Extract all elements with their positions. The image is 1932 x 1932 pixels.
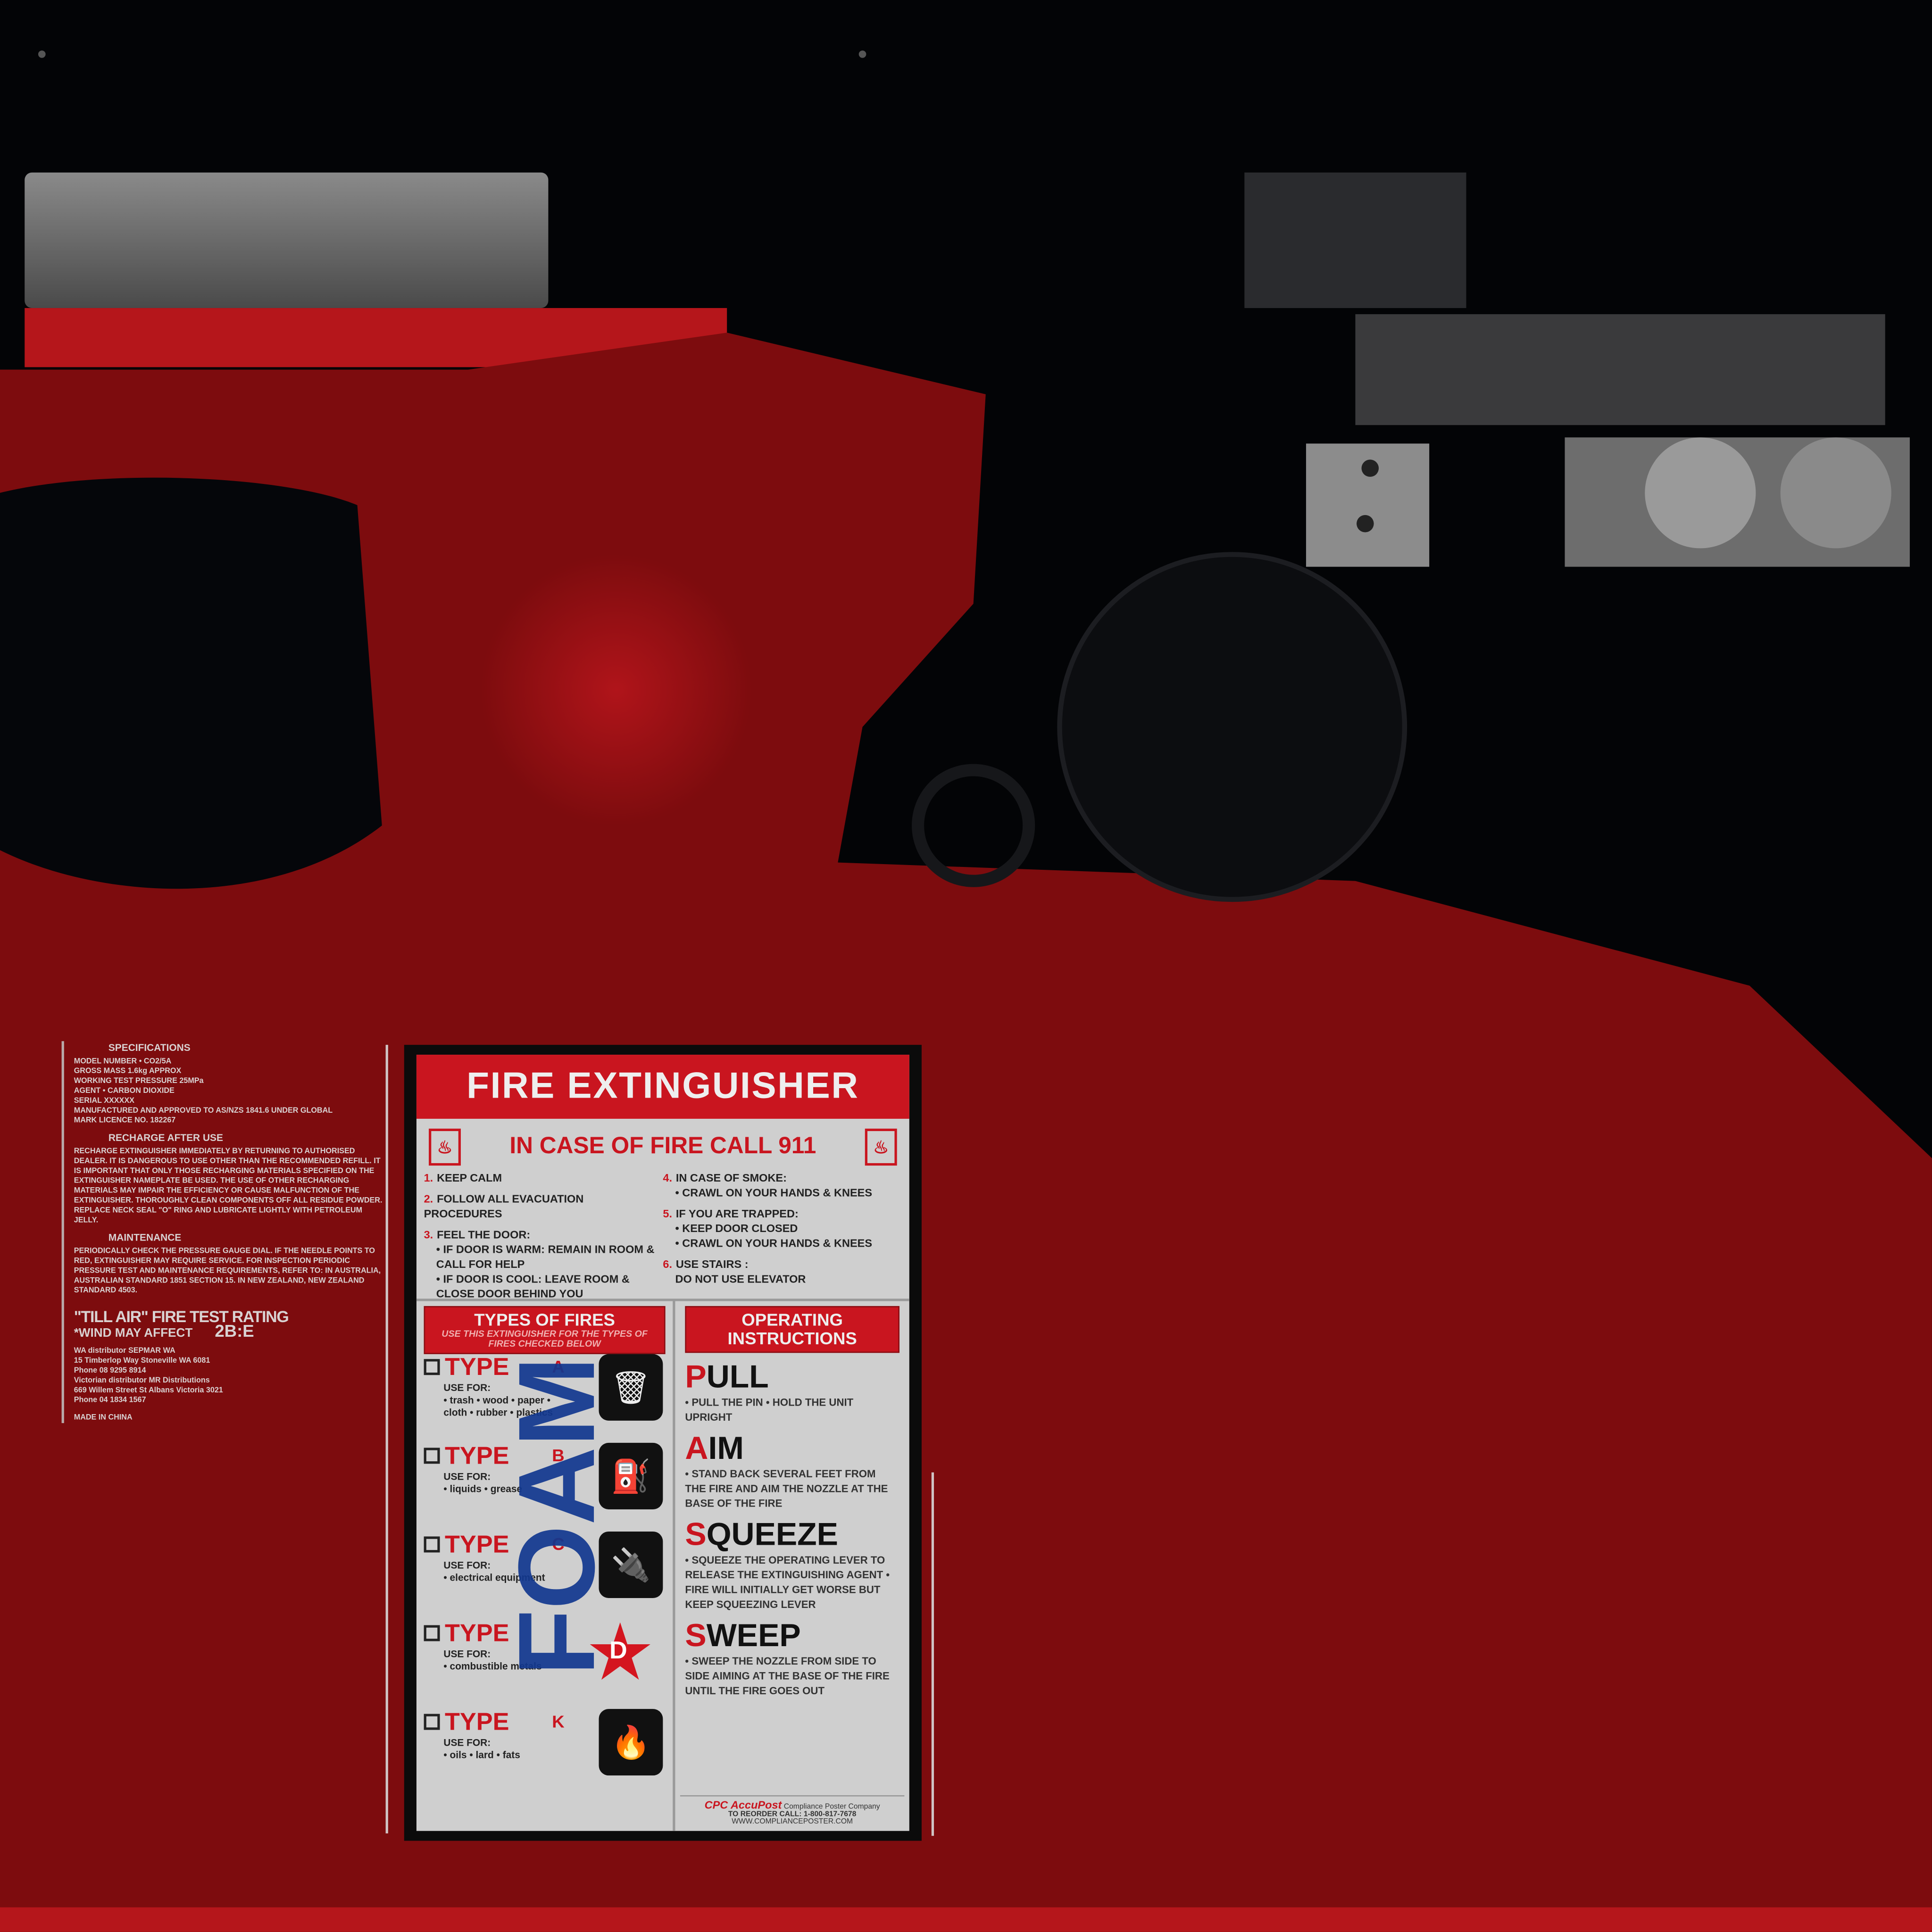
step-text: FEEL THE DOOR: xyxy=(437,1228,531,1241)
step-item: 6. USE STAIRS : DO NOT USE ELEVATOR xyxy=(663,1257,902,1286)
grey-ring-2 xyxy=(1780,437,1891,549)
step-subitem: • KEEP DOOR CLOSED xyxy=(675,1222,798,1235)
poster-title: FIRE EXTINGUISHER xyxy=(416,1055,909,1119)
bottom-red-strip xyxy=(0,1907,1932,1932)
texture-atlas: SPECIFICATIONS MODEL NUMBER • CO2/5A GRO… xyxy=(0,0,1932,1932)
ops-step-text: • PULL THE PIN • HOLD THE UNIT UPRIGHT xyxy=(685,1396,854,1424)
fire-type-item: TYPE K 🔥 USE FOR: • oils • lard • fats xyxy=(424,1709,666,1798)
dark-ring xyxy=(912,764,1035,887)
call-911-banner: ♨ IN CASE OF FIRE CALL 911 ♨ xyxy=(416,1128,909,1166)
grey-block-top-right xyxy=(1244,172,1466,308)
recharge-text: RECHARGE EXTINGUISHER IMMEDIATELY BY RET… xyxy=(74,1147,383,1225)
ops-step: AIM • STAND BACK SEVERAL FEET FROM THE FI… xyxy=(685,1432,899,1510)
foam-handwriting: FOAM xyxy=(495,1357,902,1676)
ops-first-letter: P xyxy=(685,1357,707,1395)
steps-left: 1. KEEP CALM 2. FOLLOW ALL EVACUATION PROCE… xyxy=(424,1171,663,1307)
red-highlight xyxy=(480,554,752,826)
fire-icon: ♨ xyxy=(429,1128,461,1166)
step-subitem: • CRAWL ON YOUR HANDS & KNEES xyxy=(675,1237,873,1249)
dark-oval-left xyxy=(0,477,382,889)
top-grey-label xyxy=(25,172,549,308)
rating-row: *WIND MAY AFFECT 2B:E xyxy=(74,1321,254,1341)
fire-extinguisher-poster: FIRE EXTINGUISHER ♨ IN CASE OF FIRE CALL… xyxy=(404,1045,922,1841)
dot xyxy=(38,50,46,58)
step-item: 3. FEEL THE DOOR: • IF DOOR IS WARM: REMAI… xyxy=(424,1227,663,1301)
step-text: USE STAIRS : xyxy=(675,1258,749,1271)
step-number: 5. xyxy=(663,1207,672,1220)
extinguisher-texture-shapes xyxy=(0,50,1932,1932)
step-item: 5. IF YOU ARE TRAPPED: • KEEP DOOR CLOSED •… xyxy=(663,1206,902,1250)
ops-step-text: • STAND BACK SEVERAL FEET FROM THE FIRE … xyxy=(685,1467,888,1509)
ops-rest: ULL xyxy=(706,1357,769,1395)
specifications-panel: SPECIFICATIONS MODEL NUMBER • CO2/5A GRO… xyxy=(61,1041,388,1424)
step-item: 1. KEEP CALM xyxy=(424,1171,663,1185)
recharge-heading: RECHARGE AFTER USE xyxy=(108,1132,223,1144)
grey-ring-1 xyxy=(1645,437,1756,549)
step-subitem: • IF DOOR IS COOL: LEAVE ROOM & CLOSE DO… xyxy=(436,1273,630,1300)
step-text: KEEP CALM xyxy=(437,1172,502,1184)
dark-disc xyxy=(1057,552,1407,902)
spec-lines: MODEL NUMBER • CO2/5A GROSS MASS 1.6kg A… xyxy=(74,1057,333,1125)
step-text: FOLLOW ALL EVACUATION PROCEDURES xyxy=(424,1192,584,1220)
step-item: 2. FOLLOW ALL EVACUATION PROCEDURES xyxy=(424,1191,663,1221)
emergency-steps: 1. KEEP CALM 2. FOLLOW ALL EVACUATION PROCE… xyxy=(416,1166,909,1312)
types-header: TYPES OF FIRES USE THIS EXTINGUISHER FOR … xyxy=(424,1306,666,1354)
step-subitem: • IF DOOR IS WARM: REMAIN IN ROOM & CALL… xyxy=(436,1243,655,1271)
step-number: 6. xyxy=(663,1258,672,1271)
fire-icon: ♨ xyxy=(865,1128,897,1166)
step-subitem: • CRAWL ON YOUR HANDS & KNEES xyxy=(675,1186,873,1199)
step-number: 2. xyxy=(424,1192,433,1205)
divider-line xyxy=(931,1472,934,1836)
gauge-dot-2 xyxy=(1357,515,1374,533)
step-subitem: DO NOT USE ELEVATOR xyxy=(675,1273,806,1285)
step-item: 4. IN CASE OF SMOKE: • CRAWL ON YOUR HANDS… xyxy=(663,1171,902,1200)
steps-right: 4. IN CASE OF SMOKE: • CRAWL ON YOUR HANDS… xyxy=(663,1171,902,1307)
grey-text-block xyxy=(1355,314,1885,425)
ops-header: OPERATING INSTRUCTIONS xyxy=(685,1306,899,1353)
use-for-items: • oils • lard • fats xyxy=(443,1749,520,1761)
step-number: 3. xyxy=(424,1228,433,1241)
step-text: IF YOU ARE TRAPPED: xyxy=(675,1207,799,1220)
ops-step-title: AIM xyxy=(685,1432,899,1464)
step-number: 4. xyxy=(663,1172,672,1184)
ops-first-letter: A xyxy=(685,1429,708,1466)
specs-heading: SPECIFICATIONS xyxy=(108,1042,191,1054)
maintenance-heading: MAINTENANCE xyxy=(108,1232,182,1243)
poster-footer: CPC AccuPost Compliance Poster Company T… xyxy=(680,1795,905,1826)
maintenance-text: PERIODICALLY CHECK THE PRESSURE GAUGE DI… xyxy=(74,1247,381,1295)
type-class-letter: K xyxy=(552,1711,565,1732)
step-text: IN CASE OF SMOKE: xyxy=(675,1172,787,1184)
ops-step-title: PULL xyxy=(685,1360,899,1392)
rating-value: 2B:E xyxy=(215,1321,254,1341)
fire-class-pictogram-icon: 🔥 xyxy=(599,1709,663,1776)
origin-text: MADE IN CHINA xyxy=(74,1413,133,1422)
type-checkbox-label: TYPE xyxy=(424,1709,509,1736)
dot xyxy=(858,50,866,58)
step-number: 1. xyxy=(424,1172,433,1184)
ops-rest: IM xyxy=(708,1429,744,1466)
gauge-dot-1 xyxy=(1361,459,1379,477)
divider-line xyxy=(385,1045,388,1833)
ops-step: PULL • PULL THE PIN • HOLD THE UNIT UPRIG… xyxy=(685,1360,899,1424)
distributor-lines: WA distributor SEPMAR WA 15 Timberlop Wa… xyxy=(74,1347,223,1405)
